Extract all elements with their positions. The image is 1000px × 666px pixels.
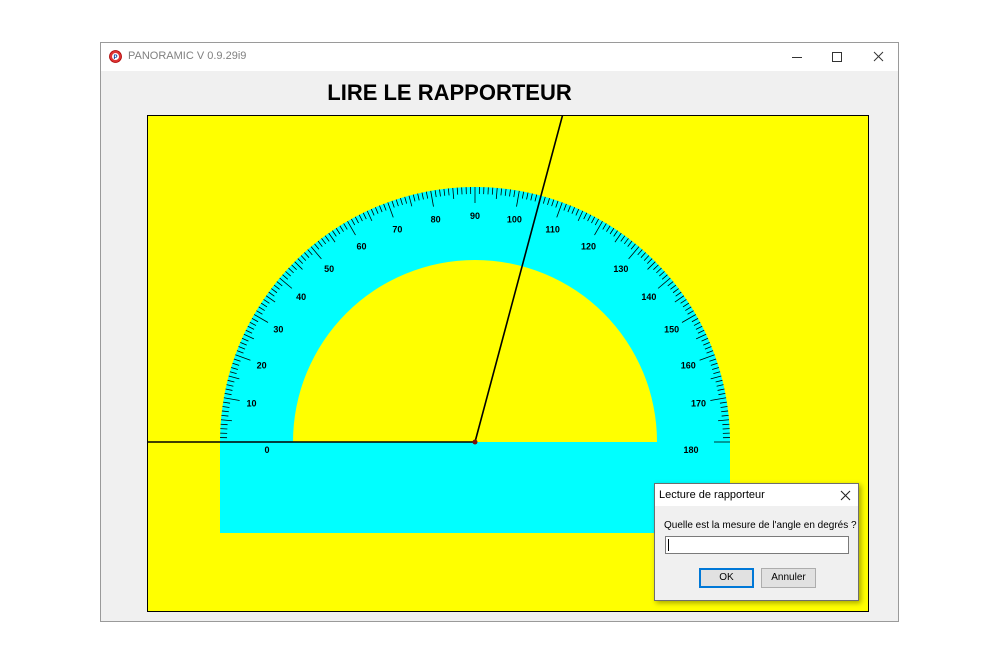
protractor-label: 160	[681, 360, 696, 370]
dialog-title-bar[interactable]: Lecture de rapporteur	[655, 484, 858, 506]
dialog-close-icon[interactable]	[834, 485, 856, 505]
close-icon[interactable]	[858, 43, 898, 71]
protractor-label: 40	[296, 292, 306, 302]
protractor-label: 70	[392, 225, 402, 235]
protractor-arc	[220, 187, 730, 442]
protractor-label: 60	[356, 241, 366, 251]
protractor-label: 110	[545, 225, 560, 235]
maximize-icon[interactable]	[817, 43, 857, 71]
angle-input[interactable]	[665, 536, 849, 554]
title-bar[interactable]: P PANORAMIC V 0.9.29i9	[101, 43, 898, 71]
protractor-label: 140	[641, 292, 656, 302]
protractor-label: 50	[324, 264, 334, 274]
svg-text:P: P	[113, 55, 117, 61]
page-title-text: LIRE LE RAPPORTEUR	[327, 80, 572, 105]
vertex-point	[472, 439, 478, 445]
protractor-label: 170	[691, 399, 706, 409]
protractor-label: 0	[264, 445, 269, 455]
minimize-icon[interactable]	[777, 43, 817, 71]
text-caret	[668, 539, 669, 551]
window-title: PANORAMIC V 0.9.29i9	[128, 50, 247, 62]
protractor-label: 130	[613, 264, 628, 274]
panoramic-app-icon: P	[109, 50, 122, 63]
page-title: LIRE LE RAPPORTEUR	[101, 80, 898, 106]
dialog-prompt: Quelle est la mesure de l'angle en degré…	[664, 520, 857, 531]
protractor-label: 180	[683, 445, 698, 455]
ok-button[interactable]: OK	[699, 568, 754, 588]
input-dialog: Lecture de rapporteur Quelle est la mesu…	[654, 483, 859, 601]
protractor-label: 150	[664, 325, 679, 335]
protractor-label: 20	[257, 360, 267, 370]
protractor-label: 120	[581, 241, 596, 251]
protractor-label: 30	[273, 325, 283, 335]
dialog-title: Lecture de rapporteur	[659, 489, 765, 501]
protractor-label: 90	[470, 211, 480, 221]
cancel-button[interactable]: Annuler	[761, 568, 816, 588]
protractor-label: 10	[246, 399, 256, 409]
angle-ray	[474, 116, 564, 443]
protractor-label: 100	[507, 214, 522, 224]
protractor-label: 80	[431, 214, 441, 224]
